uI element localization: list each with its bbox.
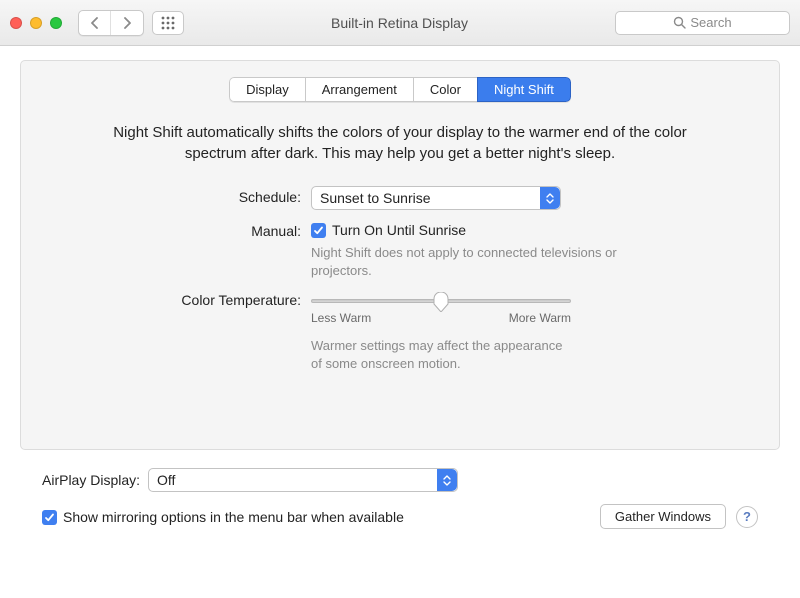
close-window-button[interactable] [10,17,22,29]
show-all-button[interactable] [152,11,184,35]
tab-color[interactable]: Color [413,77,477,102]
color-temperature-label: Color Temperature: [21,289,301,372]
traffic-lights [10,17,62,29]
schedule-value: Sunset to Sunrise [320,190,431,206]
manual-label: Manual: [21,220,301,279]
minimize-window-button[interactable] [30,17,42,29]
forward-button[interactable] [111,11,143,35]
gather-windows-button[interactable]: Gather Windows [600,504,726,529]
airplay-select[interactable]: Off [148,468,458,492]
tab-bar: Display Arrangement Color Night Shift [21,77,779,102]
back-button[interactable] [79,11,111,35]
slider-thumb-icon [433,292,449,312]
grid-icon [161,16,175,30]
chevron-right-icon [122,17,132,29]
search-icon [673,16,686,29]
tabs: Display Arrangement Color Night Shift [229,77,571,102]
search-placeholder: Search [690,15,731,30]
select-stepper-icon [540,187,560,209]
tab-night-shift[interactable]: Night Shift [477,77,571,102]
settings-panel: Display Arrangement Color Night Shift Ni… [20,60,780,450]
schedule-select[interactable]: Sunset to Sunrise [311,186,561,210]
mirroring-checkbox[interactable] [42,510,57,525]
night-shift-form: Schedule: Sunset to Sunrise Manual: [21,186,779,372]
chevron-left-icon [90,17,100,29]
zoom-window-button[interactable] [50,17,62,29]
mirroring-label: Show mirroring options in the menu bar w… [63,509,404,525]
tab-arrangement[interactable]: Arrangement [305,77,413,102]
tab-display[interactable]: Display [229,77,305,102]
help-button[interactable]: ? [736,506,758,528]
schedule-label: Schedule: [21,186,301,210]
color-temperature-slider[interactable] [311,299,571,303]
manual-checkbox-label: Turn On Until Sunrise [332,222,466,238]
checkmark-icon [313,225,324,236]
airplay-label: AirPlay Display: [42,472,140,488]
window-titlebar: Built-in Retina Display Search [0,0,800,46]
select-stepper-icon [437,469,457,491]
nav-back-forward [78,10,144,36]
airplay-value: Off [157,472,175,488]
search-input[interactable]: Search [615,11,790,35]
manual-checkbox[interactable] [311,223,326,238]
bottom-controls: AirPlay Display: Off Show mirroring opti… [20,450,780,529]
content-area: Display Arrangement Color Night Shift Ni… [0,46,800,529]
slider-max-label: More Warm [509,311,571,325]
slider-min-label: Less Warm [311,311,371,325]
color-temperature-help-text: Warmer settings may affect the appearanc… [311,337,571,372]
window-title: Built-in Retina Display [192,15,607,31]
slider-thumb[interactable] [433,292,449,312]
manual-help-text: Night Shift does not apply to connected … [311,244,669,279]
checkmark-icon [44,512,55,523]
night-shift-description: Night Shift automatically shifts the col… [101,122,699,164]
